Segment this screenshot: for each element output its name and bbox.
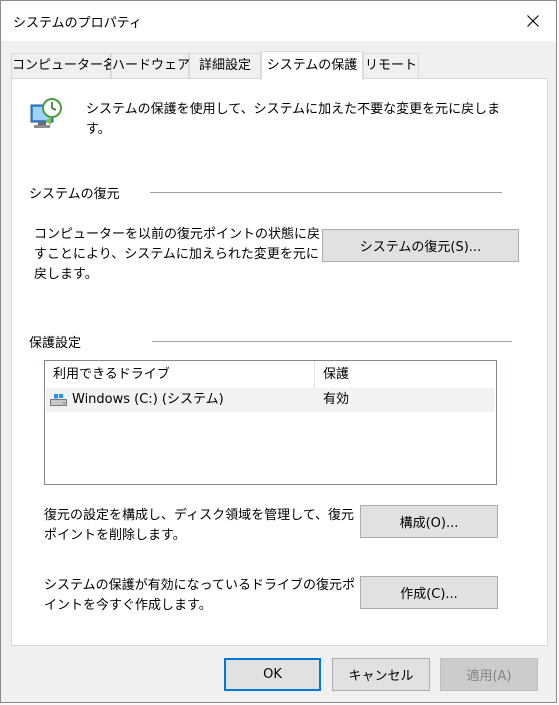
tab-hardware[interactable]: ハードウェア	[111, 53, 190, 79]
column-header-drive[interactable]: 利用できるドライブ	[45, 361, 314, 388]
tab-remote[interactable]: リモート	[363, 53, 419, 79]
system-properties-window: システムのプロパティ コンピューター名 ハードウェア 詳細設定 システムの保護 …	[0, 0, 557, 703]
drive-name: Windows (C:) (システム)	[72, 392, 224, 407]
create-description: システムの保護が有効になっているドライブの復元ポイントを今すぐ作成します。	[44, 578, 355, 613]
system-restore-group-title: システムの復元	[29, 183, 120, 202]
close-icon	[527, 15, 539, 27]
system-protection-icon	[30, 98, 62, 128]
system-restore-description: コンピューターを以前の復元ポイントの状態に戻すことにより、システムに加えられた変…	[34, 227, 321, 282]
system-restore-button[interactable]: システムの復元(S)...	[322, 229, 519, 262]
drive-list[interactable]: 利用できるドライブ 保護 Windows (C:) (システム) 有効	[44, 360, 497, 485]
tab-panel-system-protection: システムの保護を使用して、システムに加えた不要な変更を元に戻します。 システムの…	[11, 78, 548, 646]
protection-settings-divider	[152, 341, 512, 342]
drive-list-row[interactable]: Windows (C:) (システム) 有効	[46, 388, 495, 412]
tab-advanced[interactable]: 詳細設定	[189, 53, 261, 79]
title-bar[interactable]: システムのプロパティ	[1, 1, 556, 41]
drive-list-header: 利用できるドライブ 保護	[45, 361, 496, 388]
system-restore-divider	[150, 192, 502, 193]
apply-button[interactable]: 適用(A)	[440, 658, 538, 691]
column-header-protection[interactable]: 保護	[315, 361, 495, 388]
drive-protection-status: 有効	[323, 392, 350, 407]
intro-text: システムの保護を使用して、システムに加えた不要な変更を元に戻します。	[86, 102, 501, 137]
tab-system-protection[interactable]: システムの保護	[261, 51, 363, 80]
configure-description: 復元の設定を構成し、ディスク領域を管理して、復元ポイントを削除します。	[44, 508, 355, 543]
windows-drive-icon	[50, 394, 67, 406]
create-button[interactable]: 作成(C)...	[360, 576, 498, 609]
protection-settings-group-title: 保護設定	[29, 332, 82, 351]
window-title: システムのプロパティ	[13, 16, 142, 31]
cancel-button[interactable]: キャンセル	[332, 658, 430, 691]
configure-button[interactable]: 構成(O)...	[360, 505, 498, 538]
tab-computer-name[interactable]: コンピューター名	[11, 53, 116, 79]
ok-button[interactable]: OK	[224, 658, 321, 691]
close-button[interactable]	[510, 1, 556, 41]
